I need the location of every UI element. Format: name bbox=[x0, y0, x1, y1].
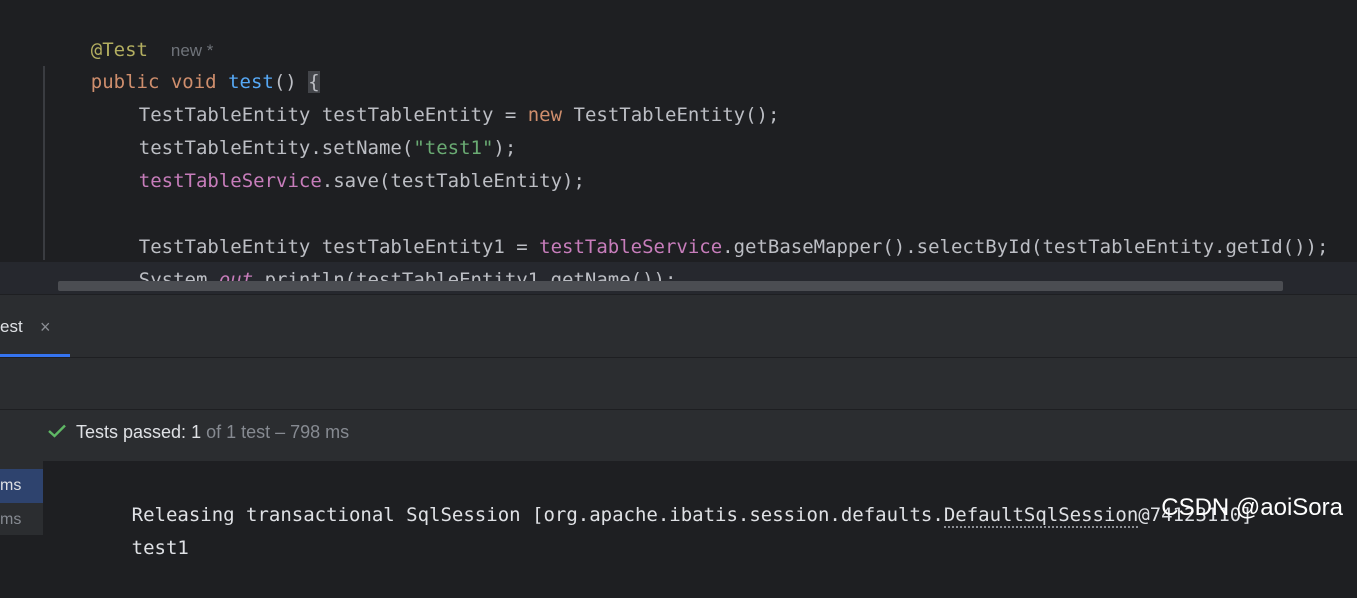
horizontal-scrollbar[interactable] bbox=[58, 281, 1283, 291]
save-call: .save(testTableEntity); bbox=[321, 170, 585, 192]
new-keyword: new bbox=[527, 104, 563, 126]
tests-passed-label: Tests passed: bbox=[76, 422, 192, 442]
console-line: Releasing transactional SqlSession [org.… bbox=[63, 466, 1253, 528]
code-line-save: testTableService.save(testTableEntity); bbox=[93, 132, 585, 192]
test-status-bar: Tests passed: 1 of 1 test – 798 ms bbox=[48, 419, 349, 445]
console-text: Releasing transactional SqlSession [org.… bbox=[131, 504, 944, 526]
tests-passed-count: 1 bbox=[191, 422, 202, 442]
run-tab-label: est bbox=[0, 317, 23, 336]
constructor-call: TestTableEntity(); bbox=[562, 104, 780, 126]
console-line: test1 bbox=[63, 499, 189, 559]
close-icon[interactable]: × bbox=[40, 317, 51, 338]
run-tab[interactable]: est × bbox=[0, 295, 70, 357]
code-line-entity-new: TestTableEntity testTableEntity = new Te… bbox=[93, 66, 780, 126]
console-output-value: test1 bbox=[131, 537, 189, 559]
test-results-tree: ms ms bbox=[0, 461, 44, 535]
select-call: .getBaseMapper().selectById(testTableEnt… bbox=[722, 236, 1329, 258]
divider bbox=[0, 357, 1357, 358]
code-line-println: System.out.println(testTableEntity1.getN… bbox=[93, 231, 677, 291]
code-line-setname: testTableEntity.setName("test1"); bbox=[93, 99, 517, 159]
tree-item-selected[interactable]: ms bbox=[0, 469, 43, 503]
console-link[interactable]: DefaultSqlSession bbox=[943, 504, 1139, 528]
watermark: CSDN @aoiSora bbox=[1161, 494, 1343, 521]
code-line-select: TestTableEntity testTableEntity1 = testT… bbox=[93, 198, 1329, 258]
tests-passed-detail: of 1 test – 798 ms bbox=[201, 422, 350, 442]
check-icon bbox=[48, 420, 68, 446]
console-output[interactable]: Releasing transactional SqlSession [org.… bbox=[44, 461, 1357, 559]
code-editor[interactable]: @Test new * public void test() { TestTab… bbox=[0, 0, 1357, 294]
service-field: testTableService bbox=[138, 170, 322, 192]
divider bbox=[0, 409, 1357, 410]
run-tool-window: est × Tests passed: 1 of 1 test – 798 ms… bbox=[0, 294, 1357, 559]
method-signature-line: public void test() { bbox=[45, 33, 320, 93]
annotation-line: @Test new * bbox=[45, 1, 214, 61]
tree-item[interactable]: ms bbox=[0, 503, 43, 537]
